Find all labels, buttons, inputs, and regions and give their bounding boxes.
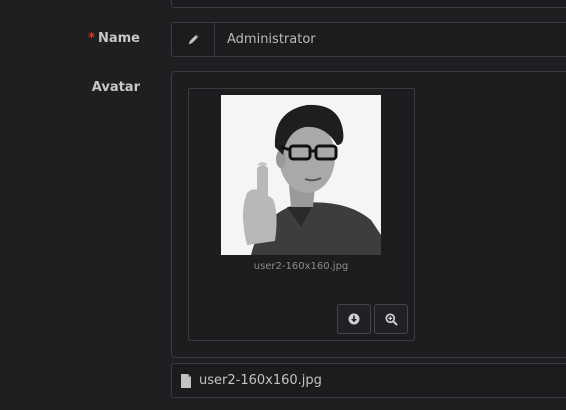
selected-file-row[interactable]: user2-160x160.jpg	[171, 363, 566, 398]
download-icon	[348, 313, 360, 325]
download-button[interactable]	[337, 304, 371, 334]
zoom-in-icon	[384, 312, 398, 326]
previous-field-input[interactable]	[171, 0, 566, 8]
pencil-icon	[172, 23, 215, 56]
avatar-label: Avatar	[91, 80, 140, 95]
name-input[interactable]	[215, 23, 566, 56]
required-marker: *	[88, 31, 95, 46]
avatar-preview-caption: user2-160x160.jpg	[253, 261, 349, 272]
file-icon	[180, 373, 192, 388]
name-label: * Name	[88, 31, 140, 46]
name-input-group	[171, 22, 566, 57]
name-label-text: Name	[97, 31, 140, 46]
zoom-button[interactable]	[374, 304, 408, 334]
file-name: user2-160x160.jpg	[199, 373, 322, 388]
avatar-image	[221, 95, 381, 255]
